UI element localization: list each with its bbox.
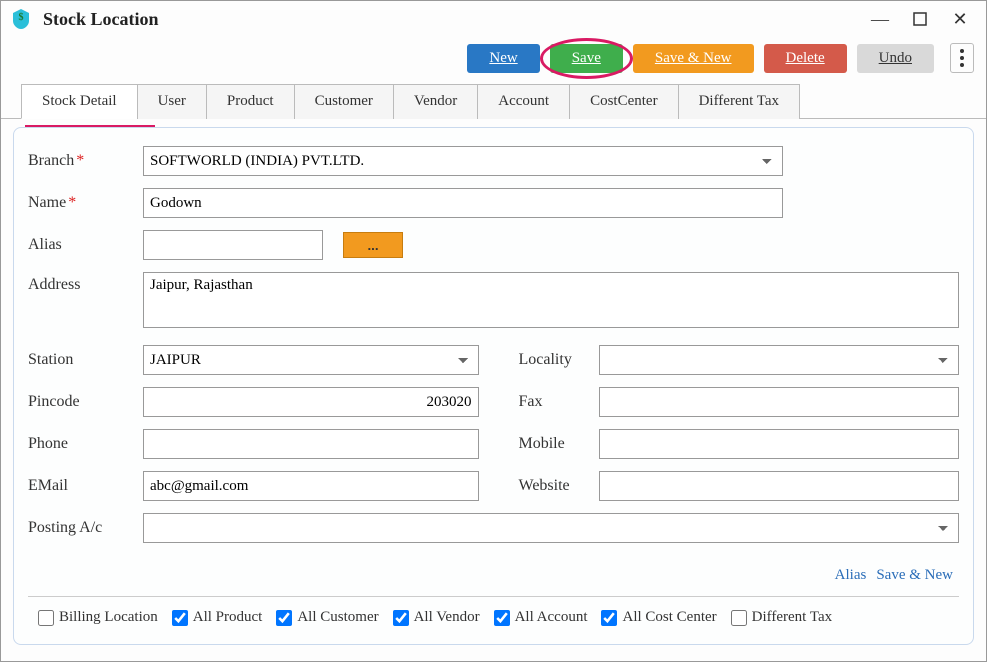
name-input[interactable] [143,188,783,218]
posting-select[interactable] [143,513,959,543]
save-highlight-ring: Save [550,44,623,73]
close-icon[interactable]: ✕ [950,9,970,29]
station-locality-row: Station JAIPUR Locality [28,345,959,375]
fax-label: Fax [519,393,543,410]
toolbar: New Save Save & New Delete Undo [1,37,986,83]
form-panel: Branch* SOFTWORLD (INDIA) PVT.LTD. Name*… [13,127,974,645]
billing-location-checkbox[interactable] [38,610,54,626]
tabs: Stock Detail User Product Customer Vendo… [1,83,986,119]
undo-button-label: Undo [879,50,912,66]
alias-input[interactable] [143,230,323,260]
locality-select[interactable] [599,345,960,375]
window-controls: — ✕ [870,9,978,29]
tab-costcenter[interactable]: CostCenter [569,84,679,119]
mobile-input[interactable] [599,429,960,459]
address-input[interactable]: Jaipur, Rajasthan [143,272,959,328]
pincode-fax-row: Pincode Fax [28,387,959,417]
station-label: Station [28,351,73,368]
more-menu-icon[interactable] [950,43,974,73]
email-input[interactable] [143,471,479,501]
all-vendor-label: All Vendor [414,609,480,626]
required-icon: * [68,194,76,211]
delete-button-label: Delete [786,50,825,66]
all-vendor-check[interactable]: All Vendor [393,609,480,626]
name-label: Name [28,194,66,211]
alias-label: Alias [28,236,62,253]
fax-input[interactable] [599,387,960,417]
svg-text:$: $ [19,12,24,23]
all-customer-label: All Customer [297,609,378,626]
tab-product[interactable]: Product [206,84,295,119]
phone-mobile-row: Phone Mobile [28,429,959,459]
all-product-check[interactable]: All Product [172,609,263,626]
billing-location-check[interactable]: Billing Location [38,609,158,626]
save-and-new-button[interactable]: Save & New [633,44,754,73]
locality-label: Locality [519,351,572,368]
save-button-label: Save [572,50,601,66]
all-product-checkbox[interactable] [172,610,188,626]
tab-user[interactable]: User [137,84,207,119]
address-row: Address Jaipur, Rajasthan [28,272,959,333]
required-icon: * [76,152,84,169]
all-account-check[interactable]: All Account [494,609,588,626]
alias-browse-button[interactable]: ... [343,232,403,258]
branch-label: Branch [28,152,74,169]
tab-different-tax[interactable]: Different Tax [678,84,800,119]
pincode-input[interactable] [143,387,479,417]
undo-button[interactable]: Undo [857,44,934,73]
all-cost-center-label: All Cost Center [622,609,716,626]
all-customer-check[interactable]: All Customer [276,609,378,626]
email-label: EMail [28,477,68,494]
all-cost-center-check[interactable]: All Cost Center [601,609,716,626]
new-button-label: New [489,50,517,66]
posting-label: Posting A/c [28,519,102,536]
minimize-icon[interactable]: — [870,9,890,29]
save-and-new-button-label: Save & New [655,50,732,66]
all-product-label: All Product [193,609,263,626]
mobile-label: Mobile [519,435,565,452]
station-select[interactable]: JAIPUR [143,345,479,375]
all-account-label: All Account [515,609,588,626]
all-account-checkbox[interactable] [494,610,510,626]
footer-links: Alias Save & New [28,555,959,590]
tab-vendor[interactable]: Vendor [393,84,478,119]
website-label: Website [519,477,570,494]
app-window: $ Stock Location — ✕ New Save Save & New… [0,0,987,662]
checkbox-row: Billing Location All Product All Custome… [28,596,959,634]
alias-link[interactable]: Alias [835,567,867,584]
posting-row: Posting A/c [28,513,959,543]
billing-location-label: Billing Location [59,609,158,626]
new-button[interactable]: New [467,44,539,73]
app-logo-icon: $ [9,7,33,31]
phone-label: Phone [28,435,68,452]
alias-row: Alias ... [28,230,959,260]
tab-account[interactable]: Account [477,84,570,119]
different-tax-label: Different Tax [752,609,832,626]
address-label: Address [28,276,80,293]
title-bar: $ Stock Location — ✕ [1,1,986,37]
pincode-label: Pincode [28,393,80,410]
delete-button[interactable]: Delete [764,44,847,73]
different-tax-checkbox[interactable] [731,610,747,626]
all-vendor-checkbox[interactable] [393,610,409,626]
phone-input[interactable] [143,429,479,459]
website-input[interactable] [599,471,960,501]
tab-customer[interactable]: Customer [294,84,394,119]
window-title: Stock Location [43,9,870,30]
maximize-icon[interactable] [910,9,930,29]
different-tax-check[interactable]: Different Tax [731,609,832,626]
name-row: Name* [28,188,959,218]
save-and-new-link[interactable]: Save & New [876,567,953,584]
tab-stock-detail[interactable]: Stock Detail [21,84,138,119]
branch-select[interactable]: SOFTWORLD (INDIA) PVT.LTD. [143,146,783,176]
all-cost-center-checkbox[interactable] [601,610,617,626]
all-customer-checkbox[interactable] [276,610,292,626]
branch-row: Branch* SOFTWORLD (INDIA) PVT.LTD. [28,146,959,176]
email-website-row: EMail Website [28,471,959,501]
save-button[interactable]: Save [550,44,623,73]
